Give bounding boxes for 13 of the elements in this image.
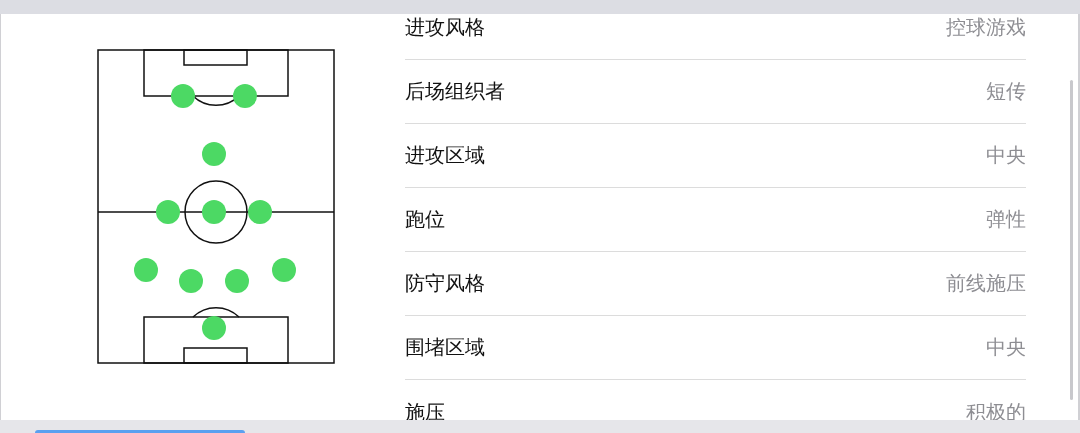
tactic-label: 防守风格 — [405, 270, 485, 297]
tactic-value: 控球游戏 — [946, 14, 1026, 41]
tactic-value: 短传 — [986, 78, 1026, 105]
tactic-value: 前线施压 — [946, 270, 1026, 297]
tactic-value: 中央 — [986, 334, 1026, 361]
tactic-value: 中央 — [986, 142, 1026, 169]
tactic-label: 进攻风格 — [405, 14, 485, 41]
tactic-label: 后场组织者 — [405, 78, 505, 105]
tactic-label: 跑位 — [405, 206, 445, 233]
tactic-label: 进攻区域 — [405, 142, 485, 169]
scrollbar[interactable] — [1070, 80, 1073, 400]
tactic-label: 围堵区域 — [405, 334, 485, 361]
tactic-value: 弹性 — [986, 206, 1026, 233]
